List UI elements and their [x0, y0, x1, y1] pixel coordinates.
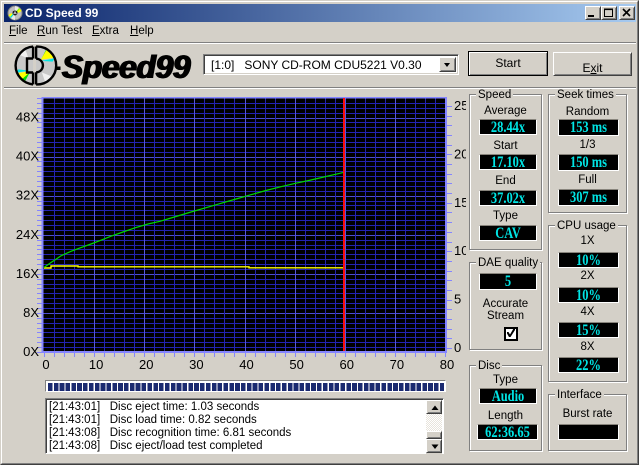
svg-text:70: 70: [390, 357, 404, 372]
svg-text:48X: 48X: [16, 110, 39, 125]
svg-text:32X: 32X: [16, 188, 39, 203]
svg-text:0: 0: [454, 340, 461, 355]
svg-text:8X: 8X: [23, 305, 39, 320]
svg-text:30: 30: [189, 357, 203, 372]
svg-text:50: 50: [289, 357, 303, 372]
svg-text:5: 5: [454, 292, 461, 307]
svg-text:15: 15: [454, 195, 466, 210]
svg-text:40X: 40X: [16, 149, 39, 164]
svg-text:24X: 24X: [16, 227, 39, 242]
svg-text:10: 10: [89, 357, 103, 372]
svg-text:0: 0: [42, 357, 49, 372]
svg-text:20: 20: [139, 357, 153, 372]
svg-text:80: 80: [440, 357, 454, 372]
svg-text:40: 40: [239, 357, 253, 372]
svg-text:0X: 0X: [23, 344, 39, 359]
svg-text:16X: 16X: [16, 266, 39, 281]
svg-text:60: 60: [340, 357, 354, 372]
svg-text:20: 20: [454, 146, 466, 161]
svg-text:10: 10: [454, 243, 466, 258]
svg-text:25: 25: [454, 98, 466, 113]
